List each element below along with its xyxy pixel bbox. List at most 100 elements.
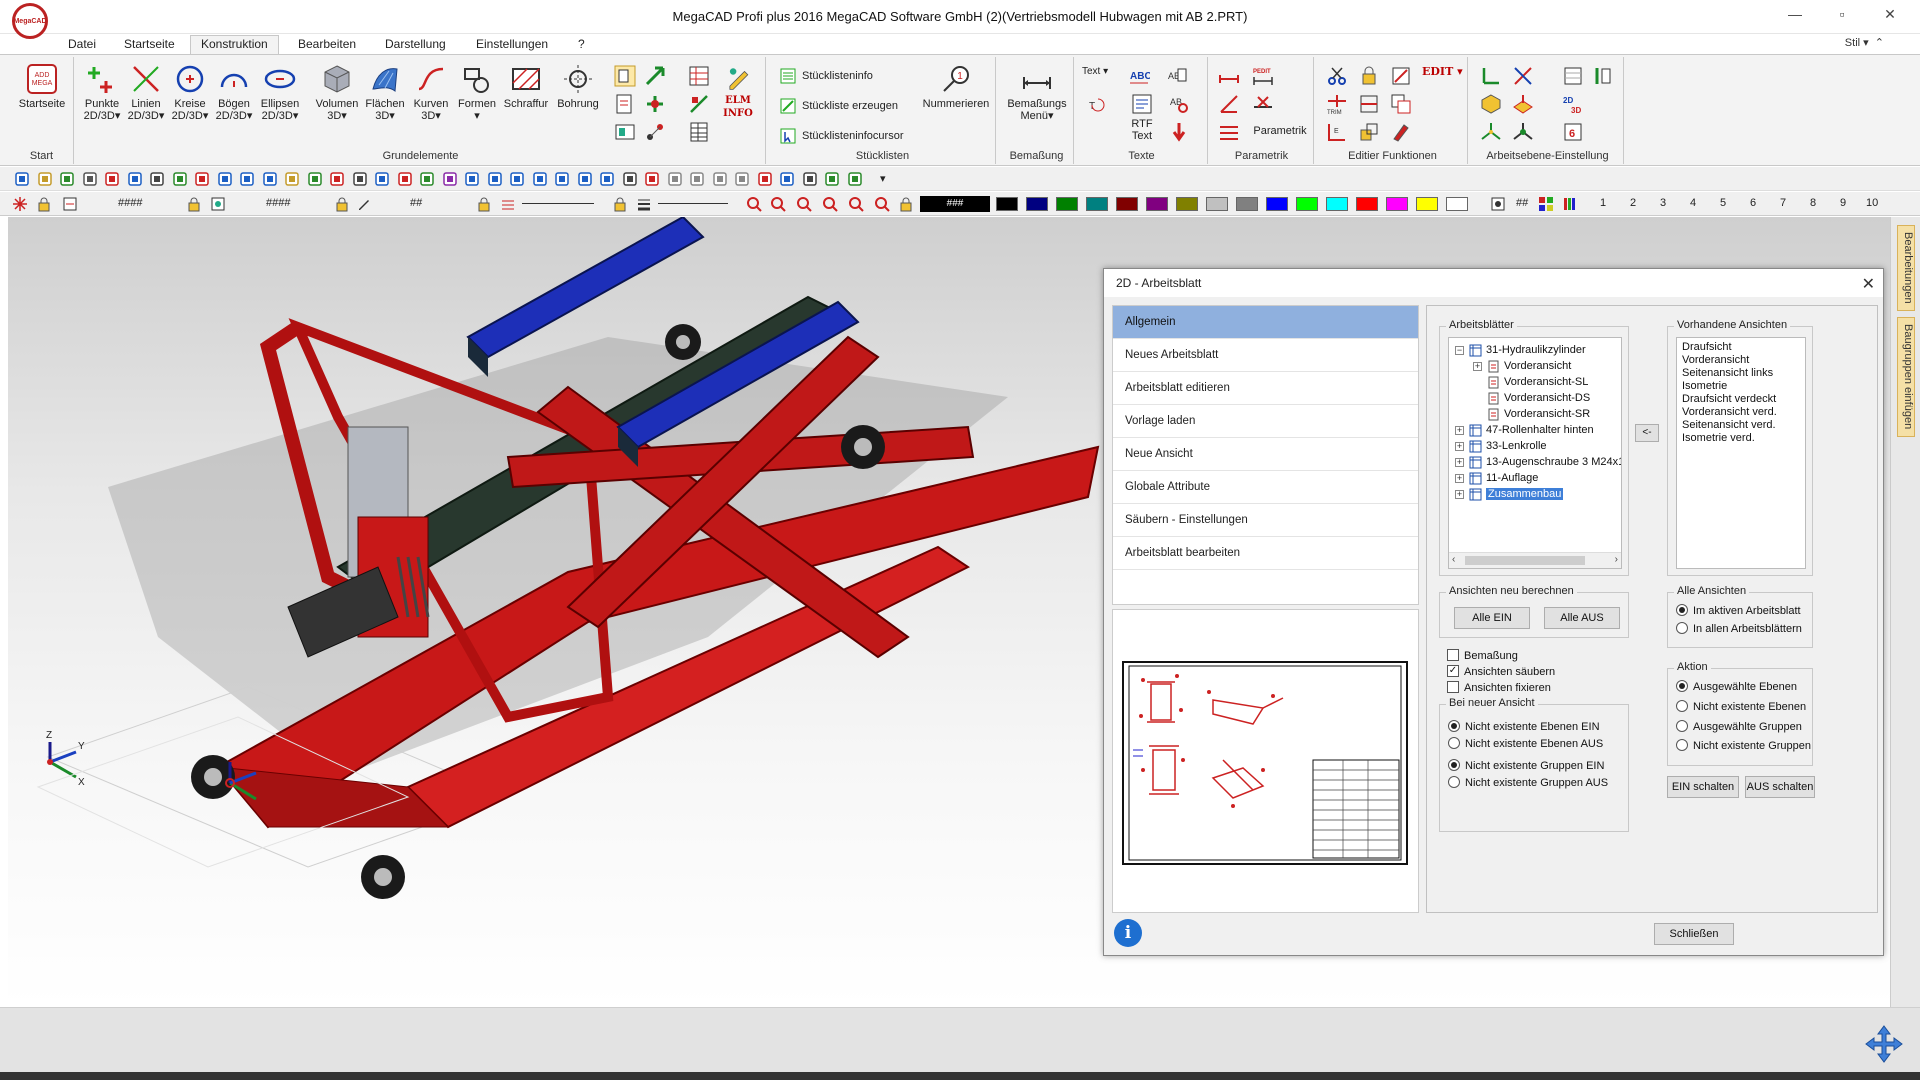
edit-move-icon[interactable]: E xyxy=(1326,121,1348,143)
view-icon[interactable] xyxy=(284,171,300,187)
color-swatch[interactable] xyxy=(1146,197,1168,211)
cylinder4-icon[interactable] xyxy=(734,171,750,187)
view-item[interactable]: Isometrie verd. xyxy=(1677,432,1805,445)
pen-3[interactable]: 3 xyxy=(1660,197,1666,209)
stuecklisteninfo-button[interactable]: Stücklisteninfo xyxy=(780,65,873,87)
plane-tilt-icon[interactable] xyxy=(1512,93,1534,115)
nav-globale-attribute[interactable]: Globale Attribute xyxy=(1113,471,1418,504)
param-delete-icon[interactable] xyxy=(1252,93,1274,115)
attribute-icon[interactable] xyxy=(194,171,210,187)
monitor-icon[interactable] xyxy=(622,171,638,187)
box2-icon[interactable] xyxy=(532,171,548,187)
color-swatch[interactable] xyxy=(1356,197,1378,211)
color-swatch[interactable] xyxy=(1086,197,1108,211)
pen-icon[interactable] xyxy=(356,196,372,212)
color-swatch[interactable] xyxy=(996,197,1018,211)
ein-schalten-button[interactable]: EIN schalten xyxy=(1667,776,1739,798)
linetype-icon[interactable] xyxy=(500,196,516,212)
zoom-in-icon[interactable] xyxy=(746,196,762,212)
tree-sheet-node[interactable]: +11-Auflage xyxy=(1455,470,1538,486)
maximize-button[interactable]: ▫ xyxy=(1827,6,1857,28)
stueckliste-erzeugen-button[interactable]: Stückliste erzeugen xyxy=(780,95,898,117)
text-rotate-icon[interactable]: T xyxy=(1086,93,1108,115)
cube-plane-icon[interactable] xyxy=(1480,93,1502,115)
text-arrow-icon[interactable] xyxy=(1168,121,1190,143)
table-icon[interactable] xyxy=(688,121,710,143)
tab-bearbeiten[interactable]: Bearbeiten xyxy=(288,36,366,54)
import-icon[interactable] xyxy=(217,171,233,187)
axis-green-icon[interactable] xyxy=(1480,65,1502,87)
tab-help[interactable]: ? xyxy=(568,36,595,54)
edit-stretch-icon[interactable] xyxy=(1358,93,1380,115)
lock-icon-4[interactable] xyxy=(476,196,492,212)
side-tab-baugruppen[interactable]: Baugruppen einfügen xyxy=(1897,317,1915,437)
tree-view-node[interactable]: + Vorderansicht xyxy=(1473,358,1571,374)
box4-icon[interactable] xyxy=(577,171,593,187)
table-icon[interactable] xyxy=(779,171,795,187)
close-button[interactable]: ✕ xyxy=(1875,6,1905,28)
layer-icon[interactable] xyxy=(419,171,435,187)
pen-10[interactable]: 10 xyxy=(1866,197,1878,209)
radio-nicht-existente-ebenen[interactable]: Nicht existente Ebenen xyxy=(1676,699,1806,715)
color-swatch[interactable] xyxy=(1176,197,1198,211)
view-item[interactable]: Vorderansicht xyxy=(1677,354,1805,367)
layout-icon[interactable] xyxy=(614,121,636,143)
cylinder-icon[interactable] xyxy=(667,171,683,187)
linetype-preview[interactable] xyxy=(522,203,594,204)
pen-9[interactable]: 9 xyxy=(1840,197,1846,209)
color-swatch[interactable] xyxy=(1116,197,1138,211)
render-icon[interactable] xyxy=(464,171,480,187)
tree-view-node[interactable]: Vorderansicht-SR xyxy=(1473,406,1590,422)
minimize-button[interactable]: — xyxy=(1780,6,1810,28)
pen-5[interactable]: 5 xyxy=(1720,197,1726,209)
snap-icon[interactable] xyxy=(307,171,323,187)
startseite-button[interactable]: ADD MEGA Startseite xyxy=(16,63,68,110)
aus-schalten-button[interactable]: AUS schalten xyxy=(1745,776,1815,798)
toolbar-overflow-icon[interactable]: ▾ xyxy=(880,172,886,185)
globe-icon[interactable] xyxy=(847,171,863,187)
color-arrows-icon[interactable] xyxy=(644,93,666,115)
boegen-button[interactable]: Bögen 2D/3D▾ xyxy=(212,63,256,122)
layout-icon[interactable] xyxy=(172,171,188,187)
settings-icon[interactable] xyxy=(802,171,818,187)
color-swatch[interactable] xyxy=(1206,197,1228,211)
tree-horizontal-scrollbar[interactable]: ‹ › xyxy=(1449,552,1621,568)
measure-icon[interactable] xyxy=(329,171,345,187)
color-swatch[interactable] xyxy=(1416,197,1438,211)
nav-saeubern-einstellungen[interactable]: Säubern - Einstellungen xyxy=(1113,504,1418,537)
pen-2[interactable]: 2 xyxy=(1630,197,1636,209)
group-icon[interactable] xyxy=(210,196,226,212)
param-angle-icon[interactable] xyxy=(1218,93,1240,115)
opengl-icon[interactable] xyxy=(757,171,773,187)
text-search-icon[interactable]: AB xyxy=(1168,93,1190,115)
zoom-real-icon[interactable] xyxy=(874,196,890,212)
scissors-icon[interactable] xyxy=(1326,65,1348,87)
pen-6[interactable]: 6 xyxy=(1750,197,1756,209)
box5-icon[interactable] xyxy=(599,171,615,187)
tree-sheet-node[interactable]: + Zusammenbau xyxy=(1455,486,1564,502)
view-item[interactable]: Isometrie xyxy=(1677,380,1805,393)
volumen-button[interactable]: Volumen 3D▾ xyxy=(312,63,362,122)
view-item[interactable]: Seitenansicht links xyxy=(1677,367,1805,380)
nav-neues-arbeitsblatt[interactable]: Neues Arbeitsblatt xyxy=(1113,339,1418,372)
expand-toggle-icon[interactable]: + xyxy=(1455,473,1464,483)
text-edit-icon[interactable]: AB xyxy=(1166,65,1188,87)
zoom-all-icon[interactable] xyxy=(822,196,838,212)
schliessen-button[interactable]: Schließen xyxy=(1654,923,1734,945)
info-icon[interactable]: i xyxy=(1114,919,1142,947)
nummerieren-button[interactable]: 1 Nummerieren xyxy=(918,63,994,110)
axes-xyz-icon[interactable] xyxy=(1480,121,1502,143)
new-file-icon[interactable] xyxy=(14,171,30,187)
arbeitsblaetter-tree[interactable]: − 31-Hydraulikzylinder + Vorderansicht Vorde… xyxy=(1448,337,1622,569)
lock-icon[interactable] xyxy=(36,196,52,212)
box3-icon[interactable] xyxy=(554,171,570,187)
tree-sheet-node[interactable]: +33-Lenkrolle xyxy=(1455,438,1547,454)
param-list-icon[interactable] xyxy=(1218,121,1240,143)
kurven-button[interactable]: Kurven 3D▾ xyxy=(408,63,454,122)
palette-bar-icon[interactable] xyxy=(1562,196,1578,212)
tab-darstellung[interactable]: Darstellung xyxy=(375,36,456,54)
config-icon[interactable] xyxy=(644,171,660,187)
ortho-icon[interactable] xyxy=(397,171,413,187)
nav-allgemein[interactable]: Allgemein xyxy=(1113,306,1418,339)
color-swatch[interactable] xyxy=(1446,197,1468,211)
